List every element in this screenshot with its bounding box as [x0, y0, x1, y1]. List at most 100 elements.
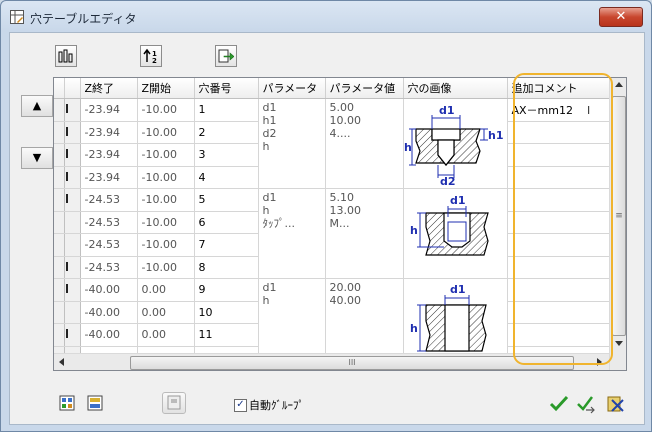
comment-cell[interactable]: [507, 301, 611, 324]
hole-number-cell[interactable]: 2: [194, 121, 259, 144]
hole-number-cell[interactable]: 4: [194, 166, 259, 189]
z-end-cell[interactable]: -23.94: [80, 166, 138, 189]
parameter-value-cell[interactable]: 5.10 13.00 M...: [325, 188, 404, 279]
sort-button[interactable]: 1 2: [140, 45, 162, 67]
parameter-value-cell[interactable]: 5.00 10.00 4....: [325, 98, 404, 189]
hole-number-cell[interactable]: 6: [194, 211, 259, 234]
hole-image-cell[interactable]: d1 h: [403, 188, 508, 279]
hole-number-cell[interactable]: 11: [194, 323, 259, 347]
z-start-cell[interactable]: 0.00: [137, 301, 195, 324]
z-start-cell[interactable]: -10.00: [137, 166, 195, 189]
row-selector[interactable]: [64, 211, 81, 234]
comment-cell[interactable]: [507, 233, 611, 257]
parameter-cell[interactable]: d1 h ﾀｯﾌﾟ...: [258, 188, 326, 279]
z-end-cell[interactable]: -23.94: [80, 121, 138, 144]
vertical-scrollbar[interactable]: ≡: [609, 78, 626, 370]
col-hole-number[interactable]: 穴番号: [194, 78, 259, 99]
z-start-cell[interactable]: -10.00: [137, 143, 195, 167]
z-start-cell[interactable]: -10.00: [137, 121, 195, 144]
hole-number-cell[interactable]: 3: [194, 143, 259, 167]
col-z-end[interactable]: Z終了: [80, 78, 138, 99]
auto-group-checkbox[interactable]: ✓: [234, 399, 247, 412]
table-row[interactable]: -23.94 -10.00 1 d1 h1 d2 h 5.00 10.00 4.…: [54, 98, 611, 189]
z-start-cell[interactable]: -10.00: [137, 233, 195, 257]
z-start-cell[interactable]: -10.00: [137, 256, 195, 279]
hole-number-cell[interactable]: 8: [194, 256, 259, 279]
col-hole-image[interactable]: 穴の画像: [403, 78, 508, 99]
scroll-up-arrow[interactable]: [615, 82, 623, 87]
close-button[interactable]: ✕: [599, 7, 643, 27]
row-selector[interactable]: [64, 278, 81, 302]
z-start-cell[interactable]: -10.00: [137, 98, 195, 122]
col-parameter-value[interactable]: パラメータ値: [325, 78, 404, 99]
z-end-cell[interactable]: -23.94: [80, 143, 138, 167]
scroll-down-arrow[interactable]: [615, 341, 623, 346]
export-button[interactable]: [215, 45, 237, 67]
col-comment[interactable]: 追加コメント: [507, 78, 611, 99]
row-selector[interactable]: [64, 301, 81, 324]
z-end-cell[interactable]: -40.00: [80, 278, 138, 302]
row-header[interactable]: [54, 166, 65, 189]
hole-number-cell[interactable]: 5: [194, 188, 259, 212]
col-z-start[interactable]: Z開始: [137, 78, 195, 99]
hole-number-cell[interactable]: 9: [194, 278, 259, 302]
row-header[interactable]: [54, 256, 65, 279]
hole-number-cell[interactable]: 1: [194, 98, 259, 122]
move-down-button[interactable]: ▼: [21, 147, 53, 169]
row-selector[interactable]: [64, 256, 81, 279]
move-up-button[interactable]: ▲: [21, 95, 53, 117]
comment-cell[interactable]: [507, 211, 611, 234]
row-header[interactable]: [54, 98, 65, 122]
row-header[interactable]: [54, 121, 65, 144]
row-selector[interactable]: [64, 98, 81, 122]
comment-cell[interactable]: [507, 121, 611, 144]
comment-cell[interactable]: [507, 278, 611, 302]
comment-cell[interactable]: [507, 256, 611, 279]
import-table-icon[interactable]: [59, 394, 77, 414]
z-end-cell[interactable]: -24.53: [80, 211, 138, 234]
row-selector[interactable]: [64, 121, 81, 144]
table-row[interactable]: -24.53 -10.00 5 d1 h ﾀｯﾌﾟ... 5.10 13.00 …: [54, 188, 611, 279]
hole-image-cell[interactable]: d1 h h1 d2: [403, 98, 508, 189]
cancel-icon[interactable]: [606, 394, 626, 414]
row-selector[interactable]: [64, 188, 81, 212]
z-end-cell[interactable]: -23.94: [80, 98, 138, 122]
z-start-cell[interactable]: 0.00: [137, 323, 195, 347]
comment-cell[interactable]: [507, 143, 611, 167]
z-end-cell[interactable]: -24.53: [80, 233, 138, 257]
z-end-cell[interactable]: -40.00: [80, 323, 138, 347]
parameter-cell[interactable]: d1 h1 d2 h: [258, 98, 326, 189]
comment-cell[interactable]: [507, 323, 611, 347]
scroll-thumb[interactable]: ≡: [612, 96, 626, 336]
apply-icon[interactable]: [576, 394, 596, 414]
row-selector[interactable]: [64, 323, 81, 347]
hole-number-cell[interactable]: 10: [194, 301, 259, 324]
row-selector[interactable]: [64, 233, 81, 257]
horizontal-scroll-thumb[interactable]: III: [130, 356, 574, 370]
comment-cell[interactable]: AX－mm12 I: [507, 98, 611, 122]
row-selector[interactable]: [64, 166, 81, 189]
ok-icon[interactable]: [549, 394, 569, 414]
z-start-cell[interactable]: 0.00: [137, 278, 195, 302]
horizontal-scrollbar[interactable]: III: [54, 353, 609, 370]
hole-number-cell[interactable]: 7: [194, 233, 259, 257]
row-header[interactable]: [54, 233, 65, 257]
scroll-right-arrow[interactable]: [597, 358, 602, 366]
table-row[interactable]: -40.00 0.00 9 d1 h 20.00 40.00 d1 h: [54, 278, 611, 369]
z-end-cell[interactable]: -40.00: [80, 301, 138, 324]
row-header[interactable]: [54, 301, 65, 324]
row-header[interactable]: [54, 188, 65, 212]
preview-button[interactable]: [162, 392, 186, 414]
scroll-left-arrow[interactable]: [59, 358, 64, 366]
row-header[interactable]: [54, 211, 65, 234]
comment-cell[interactable]: [507, 188, 611, 212]
z-start-cell[interactable]: -10.00: [137, 211, 195, 234]
comment-input[interactable]: AX－mm12: [512, 104, 574, 117]
z-start-cell[interactable]: -10.00: [137, 188, 195, 212]
row-header[interactable]: [54, 323, 65, 347]
row-header[interactable]: [54, 143, 65, 167]
z-end-cell[interactable]: -24.53: [80, 188, 138, 212]
comment-cell[interactable]: [507, 166, 611, 189]
row-selector[interactable]: [64, 143, 81, 167]
col-parameter[interactable]: パラメータ: [258, 78, 326, 99]
